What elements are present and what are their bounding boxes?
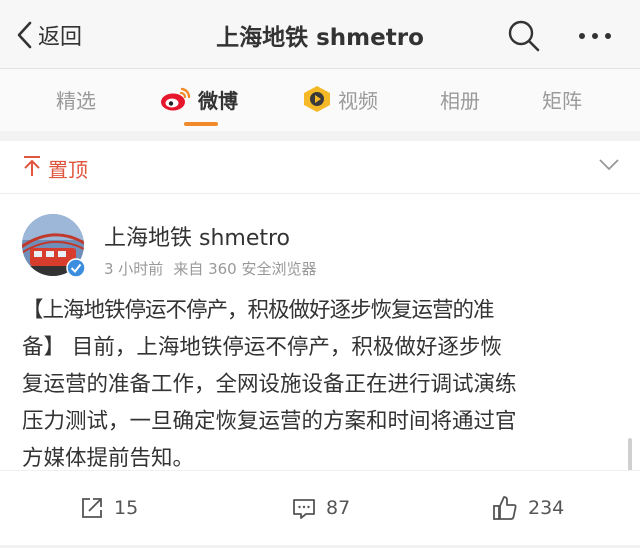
repost-icon: [82, 498, 102, 518]
pinned-label: 置顶: [48, 158, 88, 182]
tab-label: 微博: [198, 88, 238, 113]
tab-weibo[interactable]: 微博: [160, 83, 238, 115]
comment-count: 87: [326, 497, 351, 519]
post-text-line: 【上海地铁停运不停产，积极做好逐步恢复运营的准: [22, 298, 495, 323]
post-text-line: 压力测试，一旦确定恢复运营的方案和时间将通过官: [22, 409, 517, 434]
repost-button[interactable]: 15: [80, 495, 138, 521]
active-tab-indicator: [184, 122, 218, 126]
post-text-line: 备】 目前，上海地铁停运不停产，积极做好逐步恢: [22, 335, 502, 360]
post-meta: 3 小时前 来自 360 安全浏览器: [104, 258, 316, 279]
post-text-line: 复运营的准备工作，全网设施设备正在进行调试演练: [22, 372, 517, 397]
tab-matrix[interactable]: 矩阵: [542, 83, 582, 115]
tab-featured[interactable]: 精选: [56, 83, 96, 115]
page-title: 上海地铁 shmetro: [216, 25, 424, 51]
comment-icon: [293, 499, 315, 519]
profile-tabs: 精选 微博 视频 相册 矩阵: [0, 69, 640, 131]
top-bar: 返回 上海地铁 shmetro: [0, 0, 640, 69]
tab-label: 精选: [56, 88, 96, 113]
weibo-post: 上海地铁 shmetro 3 小时前 来自 360 安全浏览器 【上海地铁停运不停…: [0, 194, 640, 471]
post-source: 来自 360 安全浏览器: [173, 260, 317, 278]
like-button[interactable]: 234: [492, 495, 564, 521]
pin-top-icon: [24, 156, 40, 176]
post-action-bar: 15 87 234: [0, 470, 640, 545]
like-count: 234: [528, 497, 565, 519]
comment-button[interactable]: 87: [292, 495, 350, 521]
tab-video[interactable]: 视频: [302, 83, 378, 115]
weibo-logo-icon: [160, 85, 192, 113]
search-button[interactable]: [506, 18, 542, 54]
repost-count: 15: [114, 497, 139, 519]
more-button[interactable]: [574, 18, 618, 54]
tab-label: 相册: [440, 88, 480, 113]
like-icon: [493, 496, 517, 520]
verified-badge-icon: [66, 258, 86, 278]
tab-label: 视频: [338, 88, 378, 113]
pinned-header: 置顶: [0, 141, 640, 194]
tab-label: 矩阵: [542, 88, 582, 113]
more-dots-icon: [579, 33, 611, 39]
tab-album[interactable]: 相册: [440, 83, 480, 115]
post-time: 3 小时前: [104, 260, 164, 278]
post-author[interactable]: 上海地铁 shmetro: [104, 220, 290, 252]
search-icon: [508, 20, 540, 52]
video-icon: [302, 85, 332, 113]
post-body: 【上海地铁停运不停产，积极做好逐步恢复运营的准 备】 目前，上海地铁停运不停产，…: [22, 292, 622, 477]
chevron-down-icon[interactable]: [598, 157, 620, 173]
